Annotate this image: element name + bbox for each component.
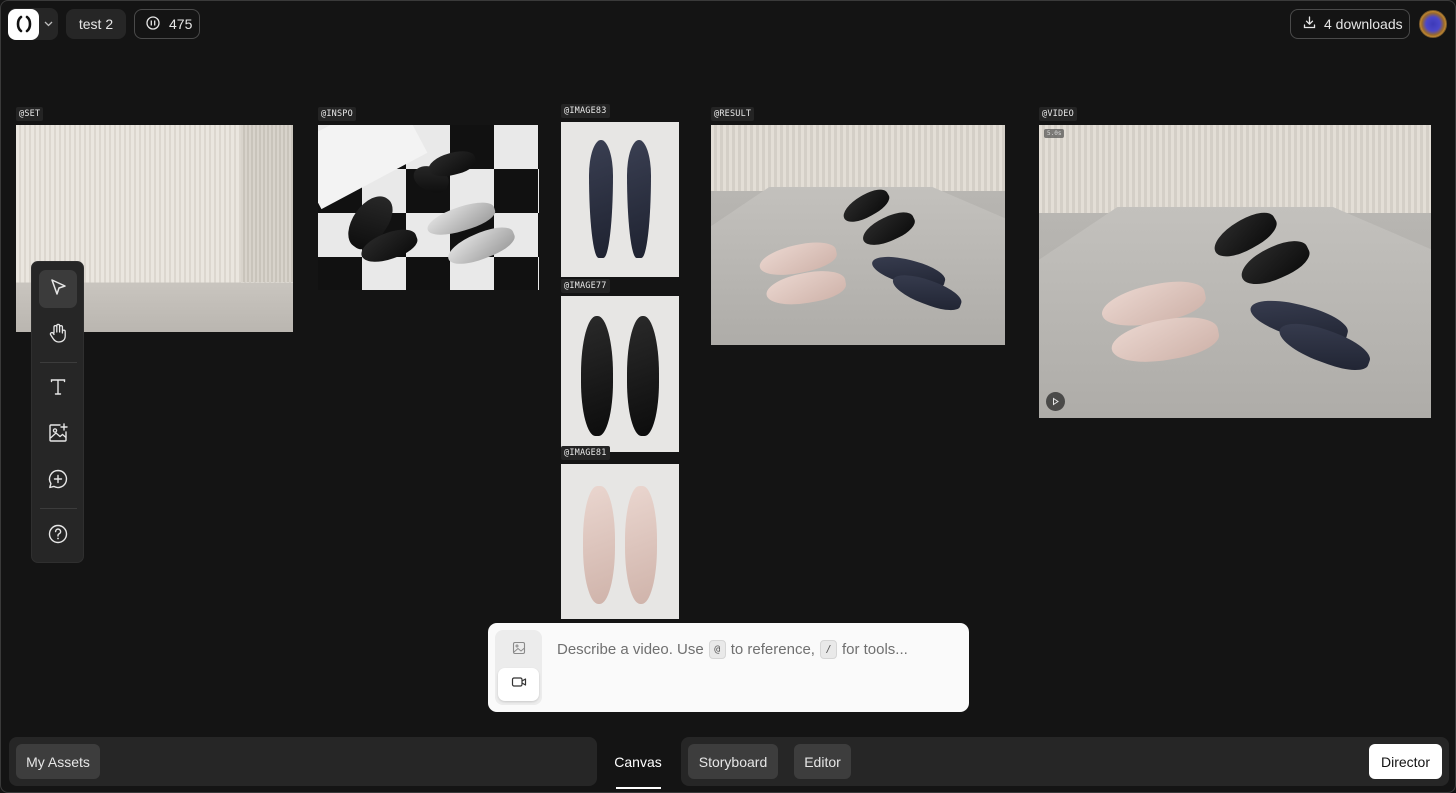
prompt-placeholder-end: for tools... (841, 641, 908, 658)
image-mode-button[interactable] (498, 634, 539, 667)
tool-palette (31, 261, 84, 563)
credits-value: 475 (169, 16, 193, 32)
prompt-box[interactable]: Describe a video. Use @ to reference, / … (488, 623, 969, 712)
slash-key-hint: / (819, 640, 837, 659)
add-image-button[interactable] (39, 416, 77, 454)
image77-tag: @IMAGE77 (561, 279, 610, 293)
video-camera-icon (511, 675, 527, 694)
video-duration-badge: 5.0s (1044, 129, 1065, 138)
image81-thumbnail[interactable] (561, 464, 679, 619)
video-mode-button[interactable] (498, 668, 539, 701)
help-icon (47, 523, 69, 550)
my-assets-button[interactable]: My Assets (16, 744, 100, 779)
video-tag: @VIDEO (1039, 107, 1077, 121)
add-comment-button[interactable] (39, 462, 77, 500)
video-preview[interactable]: 5.0s (1039, 125, 1431, 418)
downloads-button[interactable]: 4 downloads (1290, 9, 1410, 39)
image77-thumbnail[interactable] (561, 296, 679, 452)
select-tool-button[interactable] (39, 270, 77, 308)
prompt-input[interactable]: Describe a video. Use @ to reference, / … (557, 640, 908, 659)
comment-plus-icon (47, 468, 69, 495)
assets-panel-bar: My Assets (9, 737, 597, 786)
tab-canvas[interactable]: Canvas (614, 737, 661, 786)
project-name: test 2 (78, 16, 114, 32)
mode-switcher (495, 630, 542, 705)
result-tag: @RESULT (711, 107, 755, 121)
image81-tag: @IMAGE81 (561, 446, 610, 460)
workspace-switcher[interactable] (8, 8, 58, 40)
hand-icon (47, 322, 69, 349)
downloads-label: 4 downloads (1324, 16, 1403, 32)
prompt-placeholder-start: Describe a video. Use (557, 641, 704, 658)
inspo-tag: @INSPO (318, 107, 356, 121)
help-button[interactable] (39, 517, 77, 555)
chevron-down-icon[interactable] (39, 19, 58, 29)
tab-editor[interactable]: Editor (794, 744, 851, 779)
image83-thumbnail[interactable] (561, 122, 679, 277)
prompt-placeholder-middle: to reference, (730, 641, 815, 658)
credits-counter[interactable]: 475 (134, 9, 200, 39)
director-button[interactable]: Director (1369, 744, 1442, 779)
user-avatar[interactable] (1419, 10, 1447, 38)
view-switcher-bar: Storyboard Editor Director (681, 737, 1449, 786)
app-window: test 2 475 4 downloads @SET @INSPO @IMAG… (0, 0, 1456, 793)
result-image[interactable] (711, 125, 1005, 345)
image83-tag: @IMAGE83 (561, 104, 610, 118)
text-icon (48, 377, 68, 402)
at-key-hint: @ (708, 640, 726, 659)
active-tab-indicator (616, 787, 661, 789)
credits-icon (146, 15, 160, 33)
pan-tool-button[interactable] (39, 316, 77, 354)
tab-storyboard[interactable]: Storyboard (688, 744, 778, 779)
download-icon (1303, 16, 1316, 32)
image-icon (512, 641, 526, 660)
play-icon[interactable] (1046, 392, 1065, 411)
inspo-image[interactable] (318, 125, 539, 290)
app-logo[interactable] (8, 8, 39, 40)
text-tool-button[interactable] (39, 370, 77, 408)
set-tag: @SET (16, 107, 44, 121)
image-plus-icon (47, 422, 69, 449)
project-name-button[interactable]: test 2 (66, 9, 126, 39)
cursor-icon (48, 277, 68, 302)
